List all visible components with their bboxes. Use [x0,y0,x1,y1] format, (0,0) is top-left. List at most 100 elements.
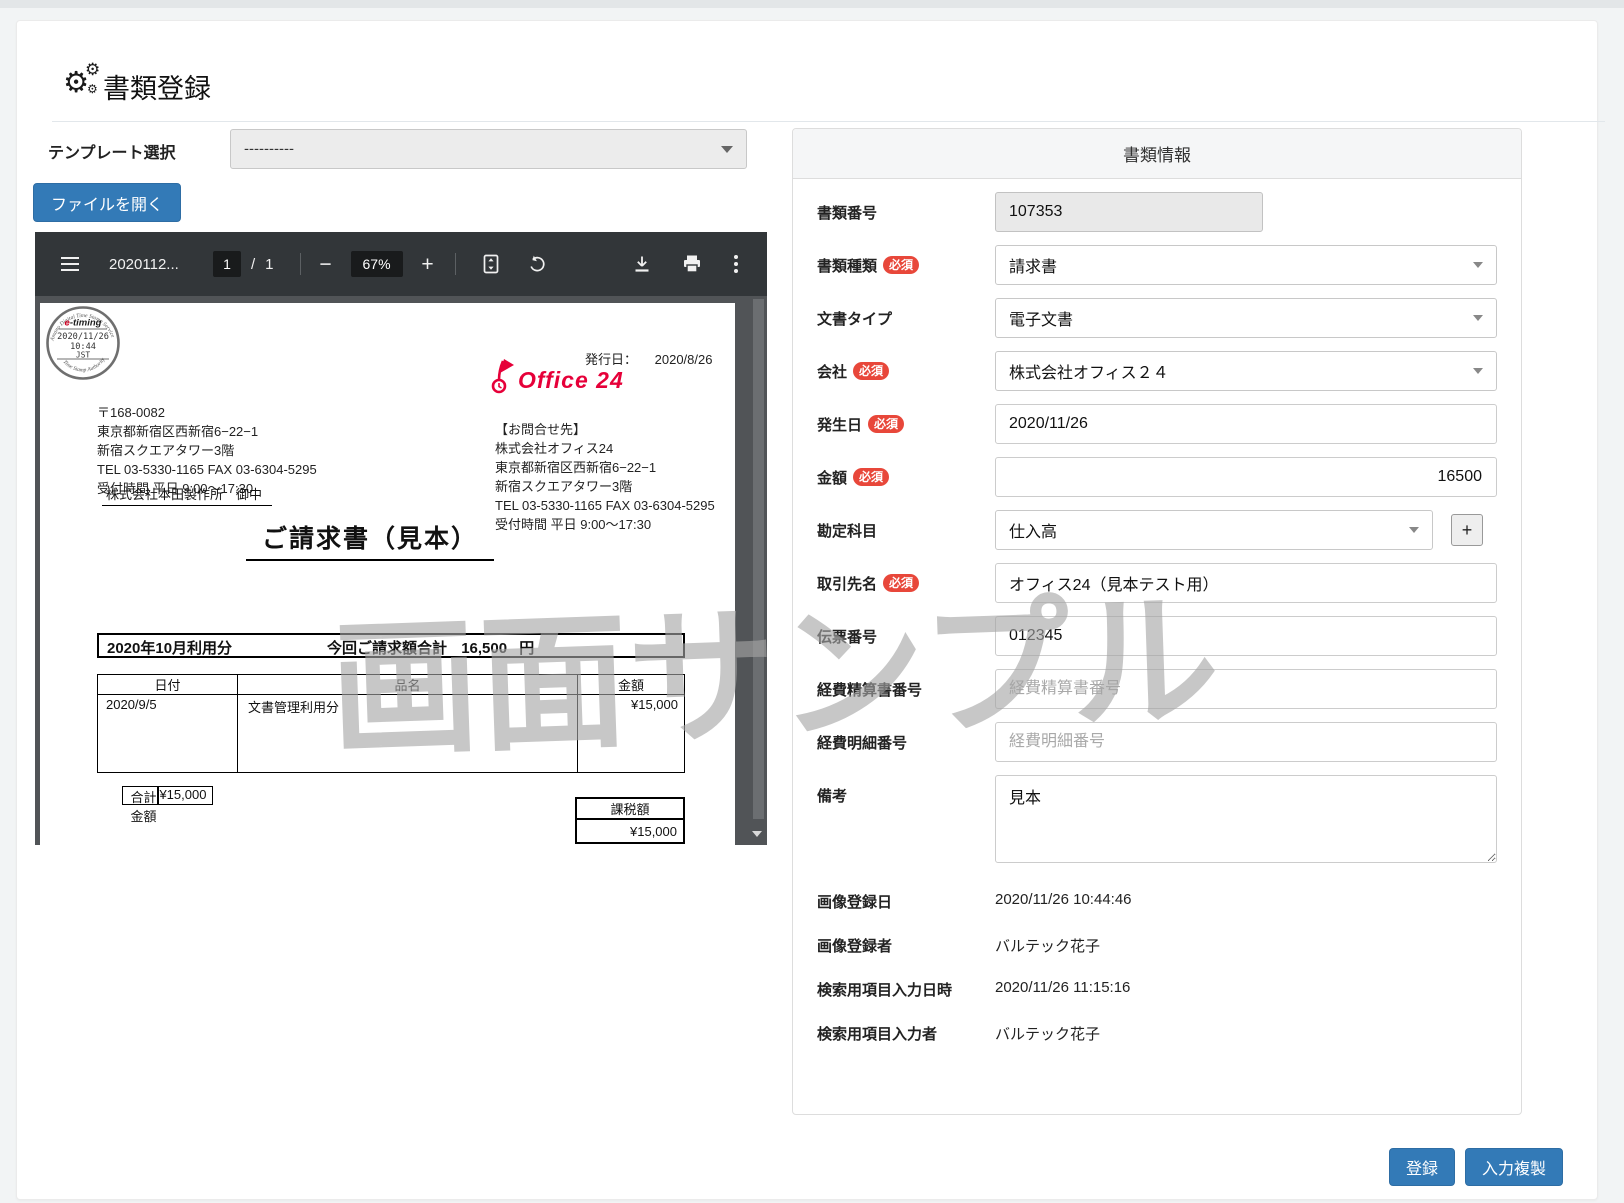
invoice-detail-table: 日付 品名 金額 2020/9/5 文書管理利用分 ¥15,000 合計金額 ¥… [97,674,685,805]
remarks-textarea[interactable]: 見本 [995,775,1497,863]
expense-report-number-input[interactable] [995,669,1497,709]
pdf-viewer: 2020112... 1 / 1 − 67% + [35,232,767,845]
timestamp-seal: Amano Digital Time Stamp Service Time St… [45,305,121,381]
chevron-down-icon [1473,315,1483,321]
rotate-icon[interactable] [524,251,550,277]
pdf-page: Amano Digital Time Stamp Service Time St… [40,303,735,845]
duplicate-input-button[interactable]: 入力複製 [1465,1148,1563,1186]
zoom-in-icon[interactable]: + [415,251,441,277]
slip-number-input[interactable] [995,616,1497,656]
amount-input[interactable] [995,457,1497,497]
account-select[interactable]: 仕入高 [995,510,1433,550]
doc-kind-label: 書類種類 [817,255,877,276]
remarks-label: 備考 [817,775,995,806]
zoom-out-icon[interactable]: − [313,251,339,277]
office24-logo: Office 24 [490,358,624,394]
doc-type-label: 文書タイプ [817,308,995,329]
header-divider [52,121,1605,122]
table-row: 2020/9/5 文書管理利用分 ¥15,000 [98,695,685,773]
field-vendor: 取引先名 必須 [817,563,1497,603]
occur-date-input[interactable] [995,404,1497,444]
meta-search-entry-user: 検索用項目入力者 バルテック花子 [817,1023,1497,1044]
tax-table: 課税額 ¥15,000 [575,797,685,844]
required-badge: 必須 [853,362,889,380]
toolbar-separator [455,253,456,275]
recipient-name: 株式会社本田製作所 御中 [102,484,272,506]
doc-kind-select[interactable]: 請求書 [995,245,1497,285]
field-doc-kind: 書類種類 必須 請求書 [817,245,1497,285]
field-expense-report-number: 経費精算書番号 [817,669,1497,709]
register-button[interactable]: 登録 [1389,1148,1455,1186]
pdf-scrollbar-thumb[interactable] [753,299,764,819]
panel-title: 書類情報 [793,129,1521,179]
contact-title: 【お問合せ先】 [495,420,715,439]
scroll-down-icon[interactable] [752,831,762,837]
add-account-button[interactable]: + [1451,514,1483,546]
vendor-input[interactable] [995,563,1497,603]
pdf-canvas[interactable]: Amano Digital Time Stamp Service Time St… [35,296,767,845]
required-badge: 必須 [868,415,904,433]
page-title: 書類登録 [103,67,211,106]
office24-logo-icon [490,358,516,394]
pdf-toolbar: 2020112... 1 / 1 − 67% + [35,232,767,296]
doc-number-input[interactable] [995,192,1263,232]
fit-to-page-icon[interactable] [478,251,504,277]
required-badge: 必須 [883,574,919,592]
page-total: 1 [265,256,273,273]
required-badge: 必須 [883,256,919,274]
stamp-zone: JST [76,351,91,360]
invoice-title: ご請求書（見本） [246,519,494,561]
field-company: 会社 必須 株式会社オフィス２４ [817,351,1497,391]
page-separator: / [251,256,255,273]
field-occur-date: 発生日 必須 [817,404,1497,444]
expense-detail-number-label: 経費明細番号 [817,732,995,753]
zoom-level-input[interactable]: 67% [351,251,403,277]
field-account: 勘定科目 仕入高 + [817,510,1497,550]
document-info-panel: 書類情報 書類番号 書類種類 必須 請求書 文書タイプ [792,128,1522,1115]
template-select[interactable]: ---------- [230,129,747,169]
slip-number-label: 伝票番号 [817,626,995,647]
billing-period: 2020年10月利用分 [107,637,232,658]
invoice-summary-box: 2020年10月利用分 今回ご請求額合計 16,500 円 [97,633,685,658]
tax-value: ¥15,000 [576,819,684,843]
field-slip-number: 伝票番号 [817,616,1497,656]
chevron-down-icon [1409,527,1419,533]
tax-header: 課税額 [576,798,684,819]
amount-label: 金額 [817,467,847,488]
expense-detail-number-input[interactable] [995,722,1497,762]
meta-image-reg-date: 画像登録日 2020/11/26 10:44:46 [817,891,1497,912]
chevron-down-icon [1473,368,1483,374]
field-expense-detail-number: 経費明細番号 [817,722,1497,762]
doc-number-label: 書類番号 [817,202,995,223]
open-file-button[interactable]: ファイルを開く [33,183,181,222]
doc-type-select[interactable]: 電子文書 [995,298,1497,338]
svg-text:e-timing: e-timing [65,318,102,329]
top-strip [0,0,1624,8]
chevron-down-icon [1473,262,1483,268]
print-icon[interactable] [679,251,705,277]
invoice-title-wrap: ご請求書（見本） [40,519,700,561]
stamp-date: 2020/11/26 [57,332,109,342]
col-header-amount: 金額 [578,675,685,695]
col-header-date: 日付 [98,675,238,695]
table-total-row: 合計金額 ¥15,000 [122,786,214,805]
field-remarks: 備考 見本 [817,775,1497,868]
contact-block: 【お問合せ先】 株式会社オフィス24 東京都新宿区西新宿6−22−1 新宿スクエ… [495,420,715,534]
pdf-filename: 2020112... [109,256,191,273]
page-number-input[interactable]: 1 [213,251,241,277]
more-options-icon[interactable] [723,251,749,277]
expense-report-number-label: 経費精算書番号 [817,679,995,700]
download-icon[interactable] [629,251,655,277]
company-select[interactable]: 株式会社オフィス２４ [995,351,1497,391]
billing-total: 今回ご請求額合計 16,500 円 [327,637,534,658]
required-badge: 必須 [853,468,889,486]
office24-logo-text: Office 24 [518,367,624,394]
template-select-value: ---------- [244,141,294,158]
account-label: 勘定科目 [817,520,995,541]
document-registration-page: ⚙ ⚙ ⚙ 書類登録 テンプレート選択 ---------- ファイルを開く 2… [0,0,1624,1203]
col-header-item: 品名 [237,675,577,695]
meta-image-reg-user: 画像登録者 バルテック花子 [817,935,1497,956]
menu-icon[interactable] [57,251,83,277]
chevron-down-icon [721,146,733,153]
gears-icon: ⚙ ⚙ ⚙ [63,61,107,105]
